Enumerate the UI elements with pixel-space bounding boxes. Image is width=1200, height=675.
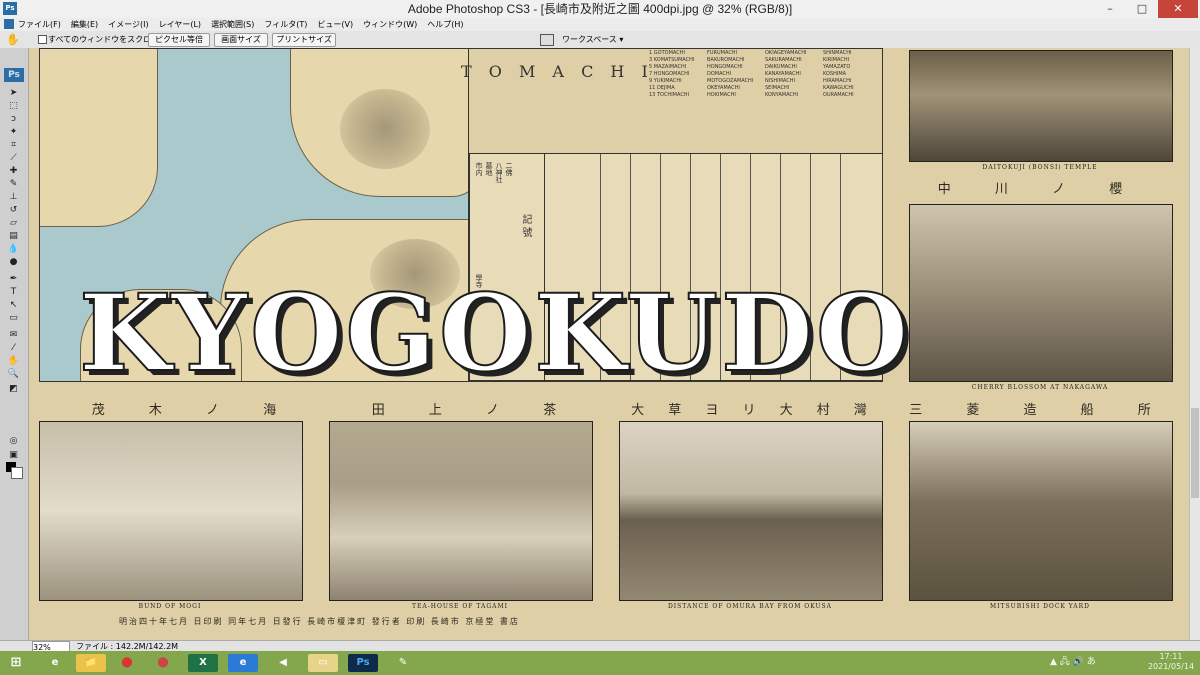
eraser-tool-icon[interactable]: ▱ [7,218,20,228]
blur-tool-icon[interactable]: 💧 [7,244,20,254]
menu-item[interactable]: 編集(E) [71,18,98,31]
document-canvas[interactable]: T O M A C H I 1 GOTOMACHI 3 KOMATSUMACHI 5… [29,48,1189,640]
menu-item[interactable]: レイヤー(L) [159,18,201,31]
scroll-all-windows-checkbox[interactable] [38,35,47,44]
lasso-tool-icon[interactable]: ↄ [7,114,20,124]
photoshop-logo: Ps [4,68,24,82]
taskbar-explorer-icon[interactable]: 📁 [76,654,106,672]
maximize-button[interactable]: □ [1126,0,1158,18]
photo-cherry-blossom [909,204,1173,382]
hand-tool-icon[interactable]: ✋ [6,33,20,46]
photo-bund-of-mogi [39,421,303,601]
slice-tool-icon[interactable]: ⟋ [7,153,20,163]
taskbar-edge-icon[interactable]: e [228,654,258,672]
gradient-tool-icon[interactable]: ▤ [7,231,20,241]
workspace-dropdown[interactable]: ワークスペース ▾ [562,31,623,48]
zoom-tool-icon[interactable]: 🔍 [7,369,20,379]
path-selection-tool-icon[interactable]: ↖ [7,300,20,310]
taskbar-media-icon[interactable]: ◀ [268,654,298,672]
healing-brush-tool-icon[interactable]: ✚ [7,166,20,176]
clock-time: 17:11 [1159,652,1183,661]
print-size-button[interactable]: プリントサイズ [272,33,336,47]
caption-daitokuji: DAITOKUJI (BONSI) TEMPLE [982,164,1098,171]
menu-item[interactable]: ウィンドウ(W) [363,18,417,31]
system-tray[interactable]: ▲ 🖧 🔊 あ [1050,654,1096,670]
menu-item[interactable]: ファイル(F) [18,18,61,31]
crop-tool-icon[interactable]: ⌗ [7,140,20,150]
caption-tagami: TEA-HOUSE OF TAGAMI [412,603,508,610]
menu-item[interactable]: 選択範囲(S) [211,18,254,31]
hand-tool-icon-panel[interactable]: ✋ [7,356,20,366]
document-menu-icon[interactable] [4,19,14,29]
taskbar-chrome2-icon[interactable]: ⬤ [148,654,178,672]
dodge-tool-icon[interactable]: ● [7,257,20,267]
title-bar: Ps Adobe Photoshop CS3 - [長崎市及附近之圖 400dp… [0,0,1200,19]
caption-mogi: BUND OF MOGI [138,603,202,610]
marquee-tool-icon[interactable]: ⬚ [7,101,20,111]
shape-tool-icon[interactable]: ▭ [7,313,20,323]
brush-tool-icon[interactable]: ✎ [7,179,20,189]
photo-daitokuji [909,50,1173,162]
photo-dock-yard [909,421,1173,601]
menu-items: ファイル(F) 編集(E) イメージ(I) レイヤー(L) 選択範囲(S) フィルタ(T)… [18,18,464,31]
caption-omura: DISTANCE OF OMURA BAY FROM OKUSA [668,603,832,610]
tools-panel: Ps ➤ ⬚ ↄ ✦ ⌗ ⟋ ✚ ✎ ⊥ ↺ ▱ ▤ 💧 ● ✒ T ↖ ▭ ✉… [0,48,29,640]
photo-omura-bay [619,421,883,601]
scrollbar-thumb[interactable] [1191,408,1199,498]
history-brush-tool-icon[interactable]: ↺ [7,205,20,215]
move-tool-icon[interactable]: ➤ [7,88,20,98]
taskbar-ie-icon[interactable]: e [40,654,70,672]
pen-tool-icon[interactable]: ✒ [7,274,20,284]
minimize-button[interactable]: – [1094,0,1126,18]
background-color-swatch[interactable] [11,467,23,479]
vertical-scrollbar[interactable] [1189,48,1200,640]
taskbar-paint-icon[interactable]: ✎ [388,654,418,672]
eyedropper-tool-icon[interactable]: ⁄ [7,343,20,353]
close-button[interactable]: ✕ [1158,0,1198,18]
publisher-line: 明治四十年七月 日印刷 同年七月 日發行 長崎市榎津町 發行者 印刷 長崎市 京… [119,617,520,626]
notes-tool-icon[interactable]: ✉ [7,330,20,340]
actual-pixels-button[interactable]: ピクセル等倍 [148,33,210,47]
taskbar: ⊞ e 📁 ⬤ ⬤ X e ◀ ▭ Ps ✎ ▲ 🖧 🔊 あ 17:11 202… [0,651,1200,675]
menu-item[interactable]: イメージ(I) [108,18,148,31]
window-title: Adobe Photoshop CS3 - [長崎市及附近之圖 400dpi.j… [407,2,793,16]
clock[interactable]: 17:11 2021/05/14 [1146,652,1196,672]
workspace-icon[interactable] [540,34,554,46]
watermark-text: KYOGOKUDO [78,270,912,395]
caption-nakagawa-jp: 中 川 ノ 櫻 [937,182,1143,197]
taskbar-chrome-icon[interactable]: ⬤ [112,654,142,672]
fit-screen-button[interactable]: 画面サイズ [214,33,268,47]
taskbar-excel-icon[interactable]: X [188,654,218,672]
magic-wand-tool-icon[interactable]: ✦ [7,127,20,137]
caption-cherry: CHERRY BLOSSOM AT NAKAGAWA [971,384,1109,391]
clock-date: 2021/05/14 [1147,662,1195,671]
type-tool-icon[interactable]: T [7,287,20,297]
photo-tea-house [329,421,593,601]
options-bar: ✋ すべてのウィンドウをスクロール ピクセル等倍 画面サイズ プリントサイズ ワ… [0,31,1200,49]
taskbar-photoshop-icon[interactable]: Ps [348,654,378,672]
taskbar-notes-icon[interactable]: ▭ [308,654,338,672]
quick-mask-icon[interactable]: ◎ [7,436,20,446]
start-button[interactable]: ⊞ [4,654,28,672]
caption-dock: MITSUBISHI DOCK YARD [990,603,1090,610]
screen-mode-icon[interactable]: ▣ [7,450,20,460]
default-colors-icon[interactable]: ◩ [7,384,20,394]
stamp-tool-icon[interactable]: ⊥ [7,192,20,202]
menu-item[interactable]: ビュー(V) [317,18,353,31]
menu-item[interactable]: ヘルプ(H) [427,18,463,31]
menu-bar: ファイル(F) 編集(E) イメージ(I) レイヤー(L) 選択範囲(S) フィルタ(T)… [0,18,1200,32]
menu-item[interactable]: フィルタ(T) [264,18,307,31]
